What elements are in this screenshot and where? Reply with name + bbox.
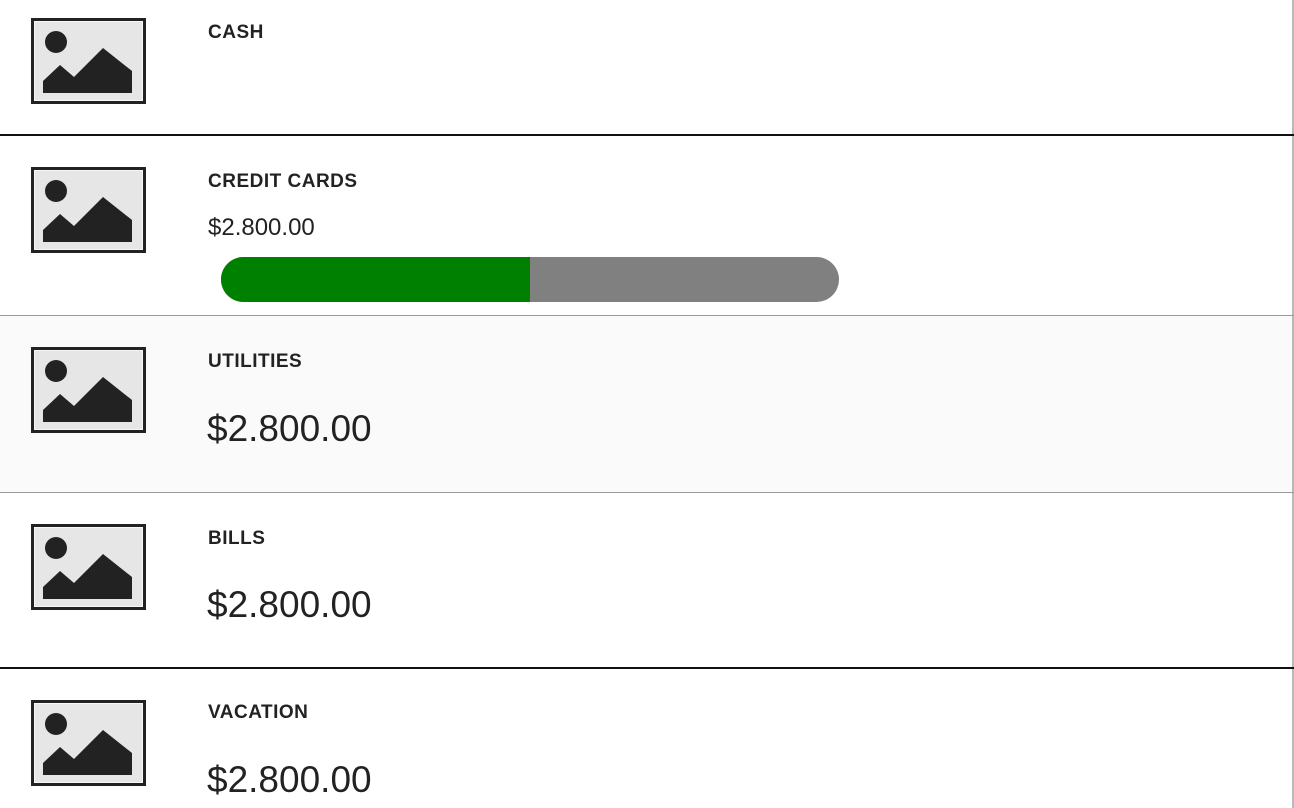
- account-title: UTILITIES: [208, 351, 303, 372]
- account-title: CASH: [208, 22, 264, 43]
- image-placeholder-icon: [31, 524, 146, 610]
- account-amount: $2.800.00: [208, 214, 315, 241]
- account-title: BILLS: [208, 528, 266, 549]
- image-placeholder-icon: [31, 18, 146, 104]
- image-placeholder-icon: [31, 347, 146, 433]
- budget-progress-bar: [221, 257, 839, 302]
- account-title: VACATION: [208, 702, 309, 723]
- list-item-credit-cards[interactable]: CREDIT CARDS $2.800.00: [0, 136, 1294, 315]
- image-placeholder-icon: [31, 167, 146, 253]
- budget-progress-fill: [221, 257, 530, 302]
- list-item-cash[interactable]: CASH: [0, 0, 1294, 134]
- image-placeholder-icon: [31, 700, 146, 786]
- account-amount: $2.800.00: [207, 759, 372, 800]
- account-list: CASH CREDIT CARDS $2.800.00 UTILITIES $2…: [0, 0, 1294, 808]
- account-amount: $2.800.00: [207, 584, 372, 625]
- list-item-bills[interactable]: BILLS $2.800.00: [0, 493, 1294, 667]
- account-title: CREDIT CARDS: [208, 171, 358, 192]
- account-amount: $2.800.00: [207, 408, 372, 449]
- list-item-vacation[interactable]: VACATION $2.800.00: [0, 669, 1294, 808]
- list-item-utilities[interactable]: UTILITIES $2.800.00: [0, 316, 1294, 492]
